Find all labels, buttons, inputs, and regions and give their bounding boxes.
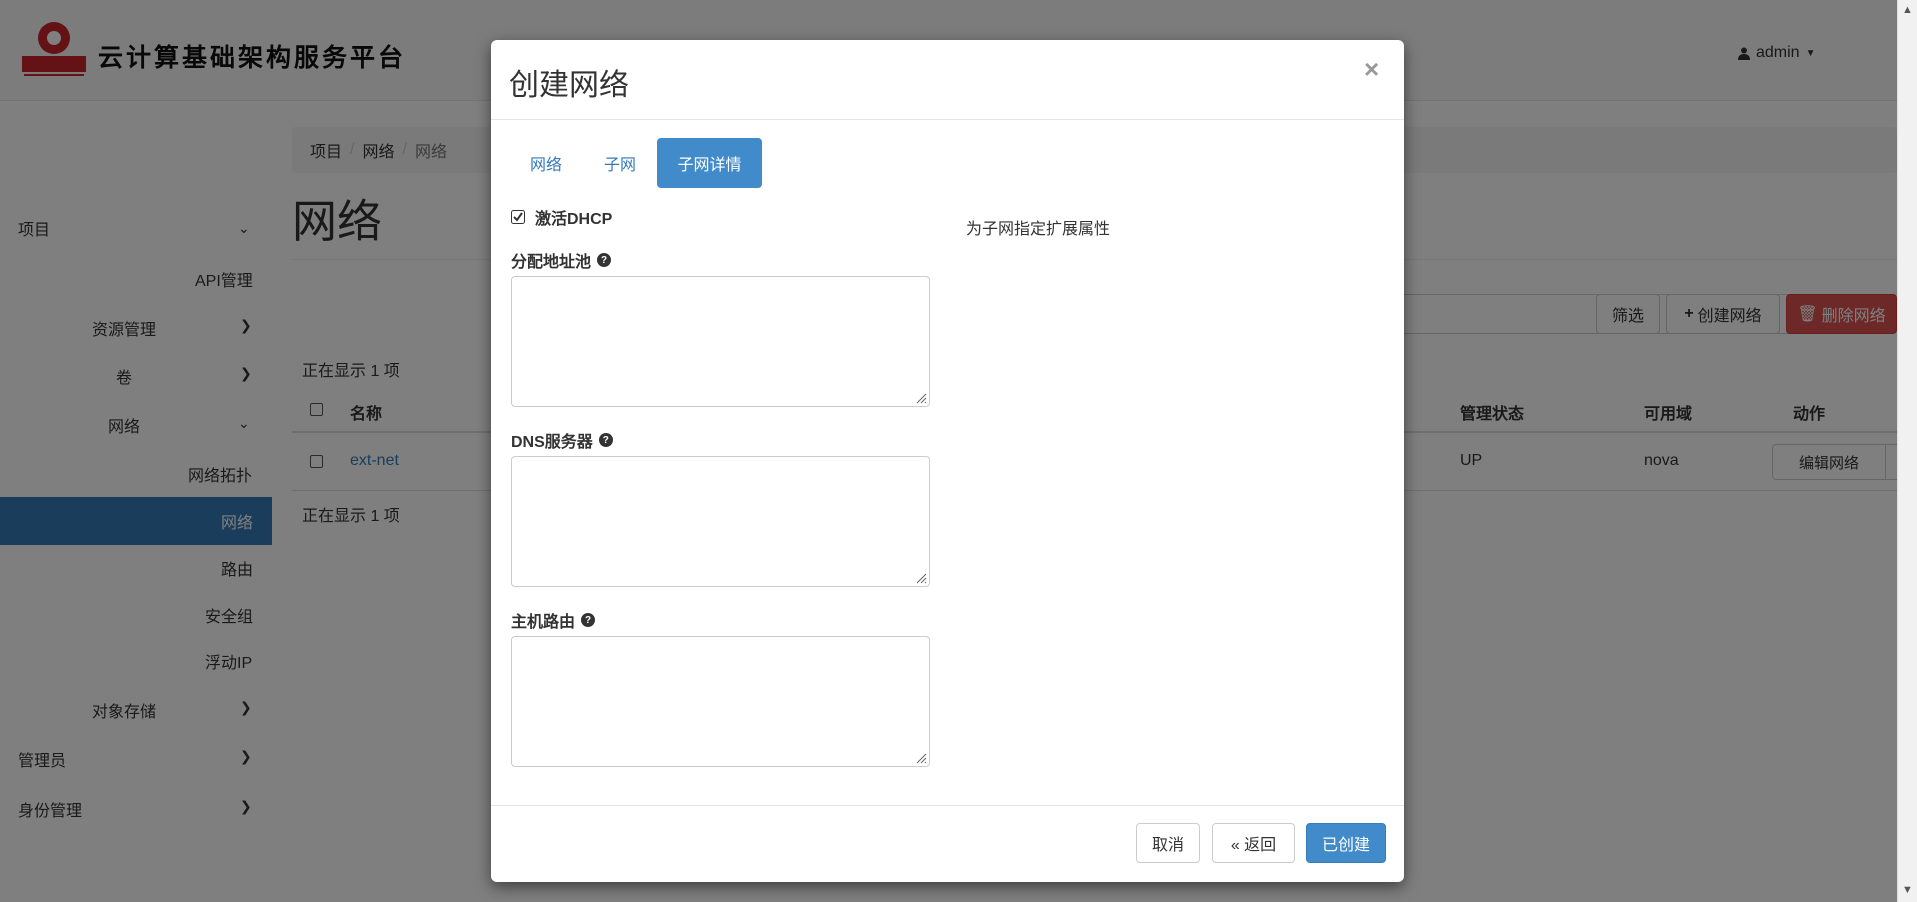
scroll-down-icon[interactable]: ▼ [1902,884,1913,896]
help-icon[interactable]: ? [598,433,613,447]
host-routes-label: 主机路由 ? [511,608,596,632]
resize-grip-icon[interactable] [913,390,927,404]
modal-title: 创建网络 [509,69,629,102]
tab-network[interactable]: 网络 [509,138,583,188]
tab-subnet[interactable]: 子网 [583,138,657,188]
dhcp-option[interactable]: 激活DHCP [511,205,612,229]
checkbox-checked-icon[interactable] [511,210,525,224]
subnet-details-help: 为子网指定扩展属性 [966,221,1111,238]
modal-header: 创建网络 × [491,40,1404,120]
cancel-button[interactable]: 取消 [1136,823,1200,863]
page-scrollbar[interactable]: ▲ ▼ [1897,0,1917,902]
help-icon[interactable]: ? [597,253,612,267]
allocation-pools-field[interactable] [511,276,930,407]
tab-subnet-details[interactable]: 子网详情 [657,138,762,188]
host-routes-field[interactable] [511,636,930,767]
dns-servers-label: DNS服务器 ? [511,428,613,452]
dhcp-label: 激活DHCP [535,211,613,228]
resize-grip-icon[interactable] [913,570,927,584]
allocation-pools-label: 分配地址池 ? [511,248,612,272]
close-icon[interactable]: × [1364,54,1379,85]
help-icon[interactable]: ? [581,613,596,627]
back-button[interactable]: « 返回 [1212,823,1295,863]
resize-grip-icon[interactable] [913,750,927,764]
scroll-up-icon[interactable]: ▲ [1902,4,1913,16]
dns-servers-field[interactable] [511,456,930,587]
create-network-dialog: 创建网络 × 网络 子网 子网详情 激活DHCP 分配地址池 ? DNS服务器 … [491,40,1404,882]
create-button[interactable]: 已创建 [1306,823,1386,863]
